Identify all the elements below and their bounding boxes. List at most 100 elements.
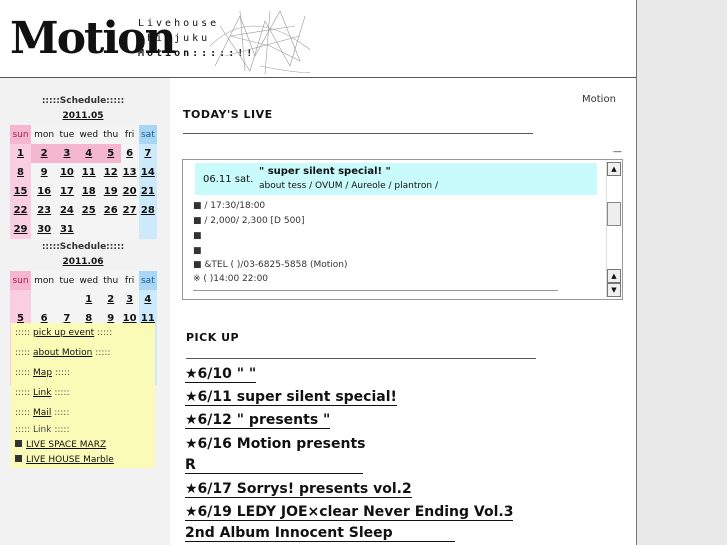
pickup-item[interactable]: ★6/17 Sorrys! presents vol.2 xyxy=(185,481,412,498)
link-label[interactable]: Mail xyxy=(33,408,51,418)
calendar-day[interactable]: 11 xyxy=(76,163,101,182)
link-suffix: ::::: xyxy=(97,328,113,338)
link-label[interactable]: Link xyxy=(33,388,51,398)
event-date: 06.11 sat. xyxy=(203,174,254,185)
sidebar-item-link[interactable]: ::::: Link ::::: xyxy=(11,383,155,403)
external-link-label[interactable]: LIVE SPACE MARZ xyxy=(26,440,106,450)
calendar-day[interactable]: 15 xyxy=(10,182,32,201)
scroll-up-icon[interactable]: ▲ xyxy=(607,269,621,283)
calendar-day[interactable]: 7 xyxy=(138,144,157,163)
pickup-item[interactable]: ★6/10 " " xyxy=(185,366,257,383)
calendar-day[interactable]: 19 xyxy=(100,182,121,201)
calendar-weekday-row: sun mon tue wed thu fri sat xyxy=(10,125,157,144)
info-line: ■ / 17:30/18:00 xyxy=(193,201,266,211)
square-bullet-icon xyxy=(15,455,22,462)
calendar-day[interactable]: 5 xyxy=(100,144,121,163)
calendar-day[interactable]: 13 xyxy=(120,163,139,182)
pickup-item[interactable]: ★6/19 LEDY JOE×clear Never Ending Vol.3 xyxy=(185,504,514,521)
sidebar-item-mail[interactable]: ::::: Mail ::::: xyxy=(11,403,155,423)
calendar-day[interactable]: 28 xyxy=(138,201,157,220)
scroll-down-icon[interactable]: ▼ xyxy=(607,283,621,297)
scribble-graphic xyxy=(210,10,310,75)
pickup-item[interactable]: ★6/16 Motion presents xyxy=(185,436,366,452)
minimize-dash: — xyxy=(613,147,622,157)
pickup-item[interactable]: R xyxy=(185,457,363,474)
calendar-day[interactable]: 12 xyxy=(100,163,121,182)
info-line: ■ &TEL ( )/03-6825-5858 (Motion) xyxy=(193,260,348,270)
pickup-item[interactable]: 2nd Album Innocent Sleep xyxy=(185,525,455,542)
weekday-fri: fri xyxy=(120,271,139,290)
weekday-sat: sat xyxy=(138,125,157,144)
link-suffix: ::::: xyxy=(54,368,71,378)
link-label[interactable]: about Motion xyxy=(33,348,92,358)
info-line: ■ xyxy=(193,231,202,241)
link-label[interactable]: Map xyxy=(33,368,52,378)
calendar-day[interactable]: 6 xyxy=(120,144,139,163)
calendar-day[interactable]: 29 xyxy=(10,220,32,239)
calendar-day[interactable]: 18 xyxy=(76,182,101,201)
calendar-day[interactable]: 22 xyxy=(10,201,32,220)
pickup-item[interactable]: ★6/12 " presents " xyxy=(185,412,331,429)
calendar-day[interactable]: 1 xyxy=(76,290,101,309)
calendar-day[interactable]: 23 xyxy=(31,201,58,220)
calendar-day[interactable]: 2 xyxy=(100,290,121,309)
link-label[interactable]: pick up event xyxy=(33,328,94,338)
calendar-day[interactable]: 21 xyxy=(138,182,157,201)
calendar-day[interactable]: 27 xyxy=(120,201,139,220)
calendar-day[interactable]: 8 xyxy=(10,163,32,182)
motion-label: Motion xyxy=(582,94,616,105)
scrollbar[interactable]: ▲ ▲ ▼ xyxy=(606,161,621,298)
link-prefix: ::::: xyxy=(15,328,31,338)
weekday-sun: sun xyxy=(10,271,32,290)
tagline-line-2: Shinjuku xyxy=(138,33,211,44)
sidebar-links: ::::: pick up event ::::: ::::: about Mo… xyxy=(11,323,155,468)
info-line: ■ / 2,000/ 2,300 [D 500] xyxy=(193,216,305,226)
calendar-day[interactable]: 3 xyxy=(57,144,77,163)
event-title: " super silent special! " xyxy=(259,166,391,177)
calendar-week: 1234 xyxy=(10,290,157,309)
sidebar-item-pickup[interactable]: ::::: pick up event ::::: xyxy=(11,323,155,343)
calendar-month[interactable]: 2011.06 xyxy=(10,257,156,267)
link-section-title: ::::: Link ::::: xyxy=(15,425,70,435)
weekday-mon: mon xyxy=(31,271,58,290)
calendar-day[interactable]: 14 xyxy=(138,163,157,182)
weekday-fri: fri xyxy=(120,125,139,144)
link-prefix: ::::: xyxy=(15,408,31,418)
calendar-day[interactable]: 25 xyxy=(76,201,101,220)
calendar-day[interactable]: 1 xyxy=(10,144,32,163)
external-link[interactable]: LIVE HOUSE Marble xyxy=(11,453,155,468)
calendar-day[interactable]: 20 xyxy=(120,182,139,201)
weekday-wed: wed xyxy=(76,271,101,290)
calendar-day[interactable]: 4 xyxy=(76,144,101,163)
info-line: ※ ( )14:00 22:00 xyxy=(193,274,558,291)
link-suffix: ::::: xyxy=(95,348,111,358)
sidebar-item-map[interactable]: ::::: Map ::::: xyxy=(11,363,155,383)
calendar-day[interactable]: 3 xyxy=(120,290,139,309)
scroll-thumb[interactable] xyxy=(607,202,621,226)
sidebar-item-about[interactable]: ::::: about Motion ::::: xyxy=(11,343,155,363)
calendar-day[interactable]: 9 xyxy=(31,163,58,182)
calendar-day[interactable]: 26 xyxy=(100,201,121,220)
calendar-empty-cell xyxy=(10,290,32,309)
calendar-month[interactable]: 2011.05 xyxy=(10,111,156,121)
calendar-day[interactable]: 10 xyxy=(57,163,77,182)
calendar-weekday-row: sun mon tue wed thu fri sat xyxy=(10,271,157,290)
weekday-tue: tue xyxy=(57,125,77,144)
calendar-day[interactable]: 16 xyxy=(31,182,58,201)
todays-live-title: TODAY'S LIVE xyxy=(183,108,533,134)
site-header: Motion Livehouse Shinjuku Motion:::::!! xyxy=(0,0,636,78)
calendar-day[interactable]: 31 xyxy=(57,220,77,239)
calendar-day[interactable]: 17 xyxy=(57,182,77,201)
calendar-week: 22 23 24 25 26 27 28 xyxy=(10,201,157,220)
external-link-label[interactable]: LIVE HOUSE Marble xyxy=(26,455,114,465)
calendar-empty-cell xyxy=(138,220,157,239)
calendar-empty-cell xyxy=(120,220,139,239)
calendar-day[interactable]: 30 xyxy=(31,220,58,239)
tagline-line-1: Livehouse xyxy=(138,18,220,29)
scroll-up-icon[interactable]: ▲ xyxy=(607,162,621,176)
calendar-day[interactable]: 24 xyxy=(57,201,77,220)
external-link[interactable]: LIVE SPACE MARZ xyxy=(11,438,155,453)
calendar-day[interactable]: 4 xyxy=(138,290,157,309)
pickup-item[interactable]: ★6/11 super silent special! xyxy=(185,389,397,406)
calendar-day[interactable]: 2 xyxy=(31,144,58,163)
